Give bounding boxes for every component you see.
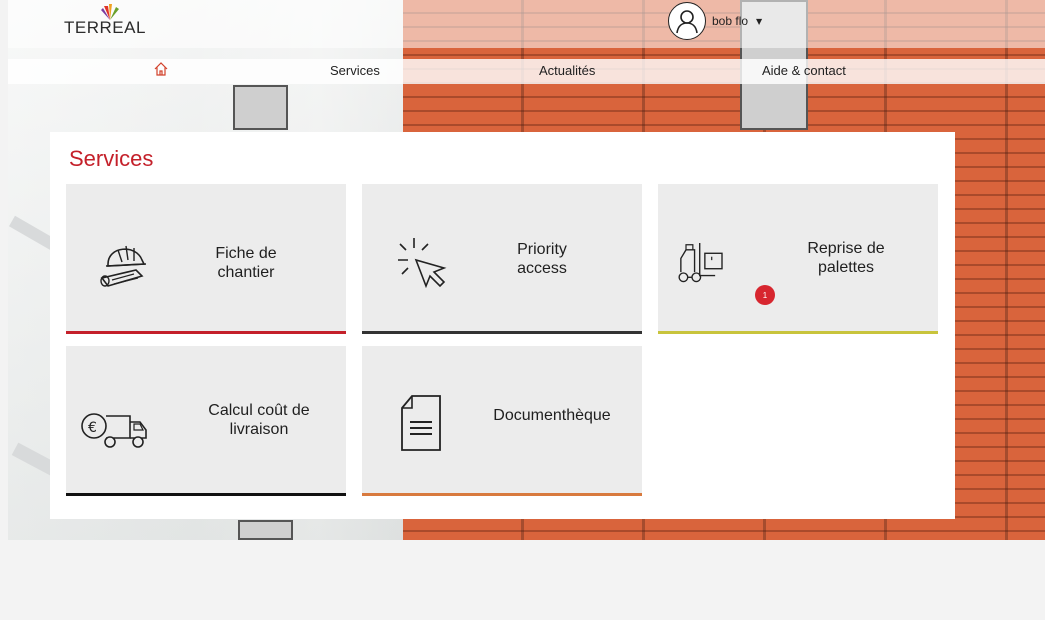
helmet-icon [100, 245, 147, 287]
page-title: Services [69, 146, 154, 171]
tile-reprise-de-palettes[interactable]: Reprise de palettes 1 [658, 184, 938, 334]
terreal-logo[interactable]: TERREAL [58, 0, 148, 44]
window [238, 520, 293, 540]
tile-label: Calcul coût de livraison [208, 402, 310, 438]
svg-text:€: € [88, 420, 97, 436]
tile-calcul-cout-livraison[interactable]: € Calcul coût de livraison [66, 346, 346, 496]
tile-label: Reprise de palettes [807, 240, 885, 276]
user-menu[interactable]: bob flo ▼ [668, 2, 762, 40]
tile-documentheque[interactable]: Documenthèque [362, 346, 642, 496]
tile-accent-bar [66, 331, 346, 334]
user-name[interactable]: bob flo [712, 14, 748, 28]
tile-accent-bar [362, 331, 642, 334]
main-nav: Services Actualités Aide & contact [8, 59, 1045, 84]
tile-accent-bar [362, 493, 642, 496]
tile-accent-bar [658, 331, 938, 334]
nav-services[interactable]: Services [330, 63, 380, 78]
notification-badge: 1 [755, 285, 775, 305]
header-bar: TERREAL bob flo ▼ [8, 0, 1045, 48]
nav-aide-contact[interactable]: Aide & contact [762, 63, 846, 78]
chevron-down-icon[interactable]: ▼ [756, 17, 762, 26]
brand-name: TERREAL [64, 18, 146, 37]
home-icon[interactable] [153, 61, 169, 80]
tile-priority-access[interactable]: Priority access [362, 184, 642, 334]
user-avatar-icon[interactable] [668, 2, 706, 40]
delivery-truck-icon: € [81, 413, 147, 448]
tile-fiche-de-chantier[interactable]: Fiche de chantier [66, 184, 346, 334]
tile-label: Documenthèque [493, 407, 611, 424]
document-icon [401, 395, 441, 451]
forklift-icon [678, 243, 723, 283]
services-panel: Services Fiche de chantier Priority acce… [50, 132, 955, 519]
tile-label: Priority access [517, 241, 567, 277]
nav-actualites[interactable]: Actualités [539, 63, 595, 78]
tile-label: Fiche de chantier [215, 245, 277, 281]
window [233, 85, 288, 130]
cursor-click-icon [398, 238, 447, 288]
tile-accent-bar [66, 493, 346, 496]
